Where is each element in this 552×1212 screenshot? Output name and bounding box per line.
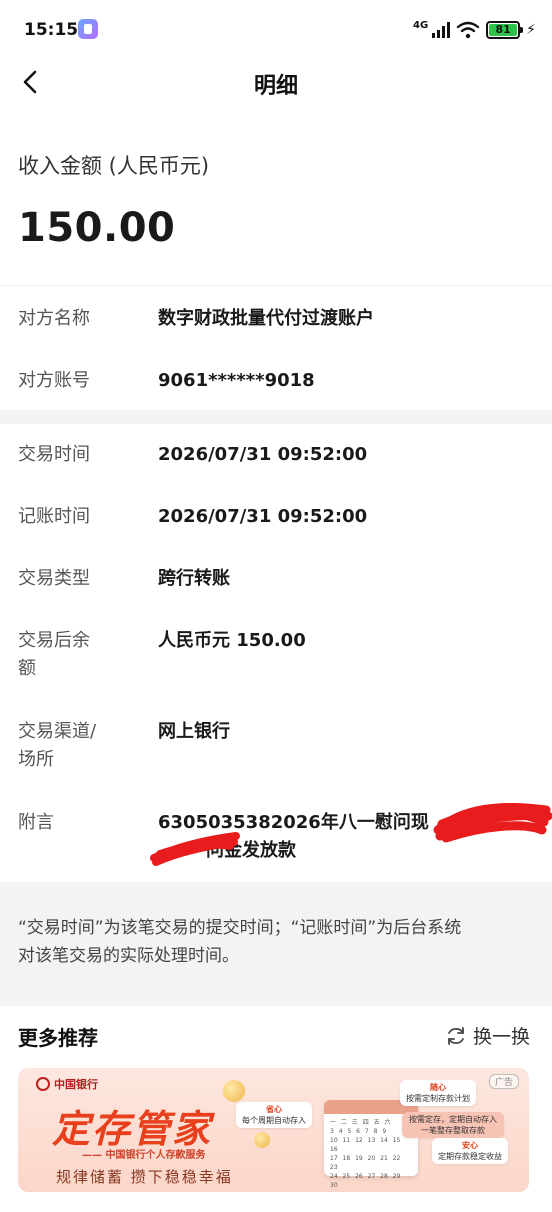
refresh-icon: [448, 1026, 464, 1045]
time-explanation-note: “交易时间”为该笔交易的提交时间；“记账时间”为后台系统 对该笔交易的实际处理时…: [18, 914, 538, 970]
more-recommendations-title: 更多推荐: [18, 1026, 98, 1050]
refresh-button[interactable]: 换一换: [445, 1022, 530, 1049]
battery-icon: 81: [486, 21, 524, 39]
chip-text: 按需定制存款计划: [406, 1094, 470, 1103]
row-key-line1: 交易后余: [18, 630, 90, 651]
wifi-icon: [456, 21, 480, 39]
chip-text: 按需定存，定期自动存入一笔整存整取存款: [409, 1115, 497, 1135]
row-value: 9061******9018: [158, 370, 315, 391]
row-key: 交易类型: [18, 568, 90, 589]
bank-logo: 中国银行: [36, 1076, 98, 1092]
ad-chip-plan: 按需定存，定期自动存入一笔整存整取存款: [402, 1112, 504, 1138]
bank-name: 中国银行: [54, 1078, 98, 1091]
amount-value: 150.00: [18, 205, 176, 251]
nav-header: 明细: [0, 56, 552, 108]
row-value: 跨行转账: [158, 568, 230, 589]
row-key-line2: 场所: [18, 749, 54, 770]
ad-banner[interactable]: 中国银行 广告 定存管家 —— 中国银行个人存款服务 规律储蓄 攒下稳稳幸福 省…: [18, 1068, 529, 1192]
row-key: 对方名称: [18, 308, 90, 329]
ad-chip-easy: 省心 每个周期自动存入: [236, 1102, 312, 1128]
redaction-scribble: [433, 802, 552, 843]
row-key: 交易时间: [18, 444, 90, 465]
status-bar: 15:15 4G 81 ⚡: [0, 0, 552, 60]
note-line1: “交易时间”为该笔交易的提交时间；“记账时间”为后台系统: [18, 918, 462, 938]
ad-headline: 定存管家: [52, 1107, 213, 1151]
bank-logo-icon: [36, 1077, 50, 1091]
row-key: 附言: [18, 812, 54, 833]
battery-level: 81: [489, 24, 518, 36]
charging-icon: ⚡: [526, 22, 536, 38]
amount-label: 收入金额 (人民币元): [18, 154, 210, 178]
row-value: 人民币元 150.00: [158, 630, 306, 651]
chip-title: 安心: [462, 1141, 478, 1150]
section-separator: [0, 410, 552, 424]
ad-slogan: 规律储蓄 攒下稳稳幸福: [56, 1168, 233, 1186]
refresh-label: 换一换: [472, 1026, 530, 1048]
row-value: 2026/07/31 09:52:00: [158, 444, 368, 465]
ad-subline: —— 中国银行个人存款服务: [82, 1150, 206, 1161]
status-icons: 4G 81 ⚡: [413, 18, 536, 42]
row-value: 网上银行: [158, 721, 230, 742]
coin-icon: [254, 1132, 270, 1148]
chip-text: 定期存款稳定收益: [438, 1152, 502, 1161]
row-key: 交易渠道/ 场所: [18, 718, 118, 774]
calendar-icon: 一 二 三 四 五 六3 4 5 6 7 8 9 10 11 12 13 14 1…: [324, 1100, 418, 1189]
chip-text: 每个周期自动存入: [242, 1116, 306, 1125]
chip-title: 省心: [266, 1105, 282, 1114]
ad-chip-flexible: 随心 按需定制存款计划: [400, 1080, 476, 1106]
status-time: 15:15: [24, 20, 79, 40]
row-key: 对方账号: [18, 370, 90, 391]
note-line2: 对该笔交易的实际处理时间。: [18, 946, 239, 966]
redaction-scribble: [150, 832, 240, 866]
row-value: 数字财政批量代付过渡账户: [158, 308, 374, 329]
page-title: 明细: [253, 74, 298, 99]
signal-icon: [432, 22, 451, 38]
row-key-line1: 交易渠道/: [18, 721, 97, 742]
ad-tag: 广告: [488, 1074, 519, 1089]
row-key: 交易后余 额: [18, 627, 118, 683]
coin-icon: [223, 1080, 245, 1102]
network-type: 4G: [412, 19, 429, 31]
row-key: 记账时间: [18, 506, 90, 527]
app-notification-icon: [78, 19, 98, 39]
row-key-line2: 额: [18, 658, 36, 679]
chip-title: 随心: [430, 1083, 446, 1092]
ad-chip-safe: 安心 定期存款稳定收益: [432, 1138, 508, 1164]
row-value: 2026/07/31 09:52:00: [158, 506, 368, 527]
divider: [0, 285, 552, 286]
